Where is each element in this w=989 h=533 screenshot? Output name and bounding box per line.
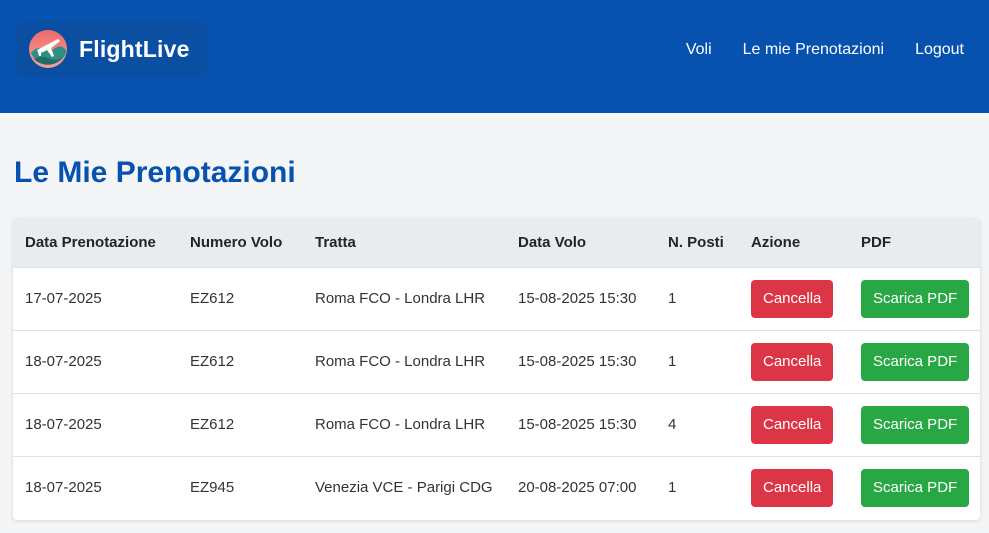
- col-header-numero-volo: Numero Volo: [178, 218, 303, 268]
- cell-pdf: Scarica PDF: [849, 330, 980, 394]
- cell-pdf: Scarica PDF: [849, 267, 980, 331]
- globe-airplane-icon: [29, 30, 67, 68]
- col-header-tratta: Tratta: [303, 218, 506, 268]
- table-header-row: Data Prenotazione Numero Volo Tratta Dat…: [13, 218, 980, 268]
- nav-link-prenotazioni[interactable]: Le mie Prenotazioni: [743, 39, 884, 61]
- brand-link[interactable]: FlightLive: [16, 21, 206, 77]
- cell-pdf: Scarica PDF: [849, 456, 980, 519]
- col-header-data-volo: Data Volo: [506, 218, 656, 268]
- col-header-posti: N. Posti: [656, 218, 739, 268]
- cancel-button[interactable]: Cancella: [751, 405, 834, 444]
- cell-tratta: Roma FCO - Londra LHR: [303, 330, 506, 394]
- table-row: 18-07-2025 EZ612 Roma FCO - Londra LHR 1…: [13, 393, 980, 457]
- cell-data-volo: 15-08-2025 15:30: [506, 267, 656, 331]
- table-row: 18-07-2025 EZ612 Roma FCO - Londra LHR 1…: [13, 330, 980, 394]
- col-header-azione: Azione: [739, 218, 849, 268]
- cell-azione: Cancella: [739, 330, 849, 394]
- cell-posti: 1: [668, 479, 677, 497]
- cell-data-volo: 20-08-2025 07:00: [518, 479, 637, 497]
- cell-data-prenotazione: 18-07-2025: [13, 330, 178, 394]
- nav-link-voli[interactable]: Voli: [686, 39, 712, 61]
- cell-posti: 4: [656, 393, 739, 457]
- cell-numero-volo: EZ945: [190, 479, 235, 497]
- bookings-table-card: Data Prenotazione Numero Volo Tratta Dat…: [13, 218, 980, 520]
- cell-tratta: Roma FCO - Londra LHR: [303, 393, 506, 457]
- cell-data-prenotazione: 17-07-2025: [13, 267, 178, 331]
- download-pdf-button[interactable]: Scarica PDF: [861, 468, 970, 507]
- top-navbar: FlightLive Voli Le mie Prenotazioni Logo…: [0, 0, 989, 113]
- cell-data-volo: 15-08-2025 15:30: [506, 330, 656, 394]
- page-title: Le Mie Prenotazioni: [14, 156, 296, 189]
- col-header-data-prenotazione: Data Prenotazione: [13, 218, 178, 268]
- cell-azione: Cancella: [739, 267, 849, 331]
- nav-link-logout[interactable]: Logout: [915, 39, 964, 61]
- col-header-pdf: PDF: [849, 218, 980, 268]
- table-row: 18-07-2025 EZ945 Venezia VCE - Parigi CD…: [13, 456, 980, 519]
- download-pdf-button[interactable]: Scarica PDF: [861, 405, 970, 444]
- download-pdf-button[interactable]: Scarica PDF: [861, 279, 970, 318]
- cancel-button[interactable]: Cancella: [751, 279, 834, 318]
- bookings-table: Data Prenotazione Numero Volo Tratta Dat…: [13, 218, 980, 519]
- cell-posti: 1: [656, 267, 739, 331]
- cell-numero-volo: EZ612: [178, 330, 303, 394]
- cell-posti: 1: [656, 330, 739, 394]
- brand-name: FlightLive: [79, 35, 190, 62]
- cell-pdf: Scarica PDF: [849, 393, 980, 457]
- cell-data-prenotazione: 18-07-2025: [25, 479, 102, 497]
- cancel-button[interactable]: Cancella: [751, 468, 834, 507]
- table-row: 17-07-2025 EZ612 Roma FCO - Londra LHR 1…: [13, 267, 980, 331]
- cell-azione: Cancella: [739, 393, 849, 457]
- cell-tratta: Roma FCO - Londra LHR: [303, 267, 506, 331]
- cell-data-volo: 15-08-2025 15:30: [506, 393, 656, 457]
- cell-data-prenotazione: 18-07-2025: [13, 393, 178, 457]
- download-pdf-button[interactable]: Scarica PDF: [861, 342, 970, 381]
- main-nav: Voli Le mie Prenotazioni Logout: [686, 39, 964, 61]
- cell-numero-volo: EZ612: [178, 393, 303, 457]
- cell-tratta: Venezia VCE - Parigi CDG: [315, 479, 493, 497]
- cell-azione: Cancella: [739, 456, 849, 519]
- cell-numero-volo: EZ612: [178, 267, 303, 331]
- cancel-button[interactable]: Cancella: [751, 342, 834, 381]
